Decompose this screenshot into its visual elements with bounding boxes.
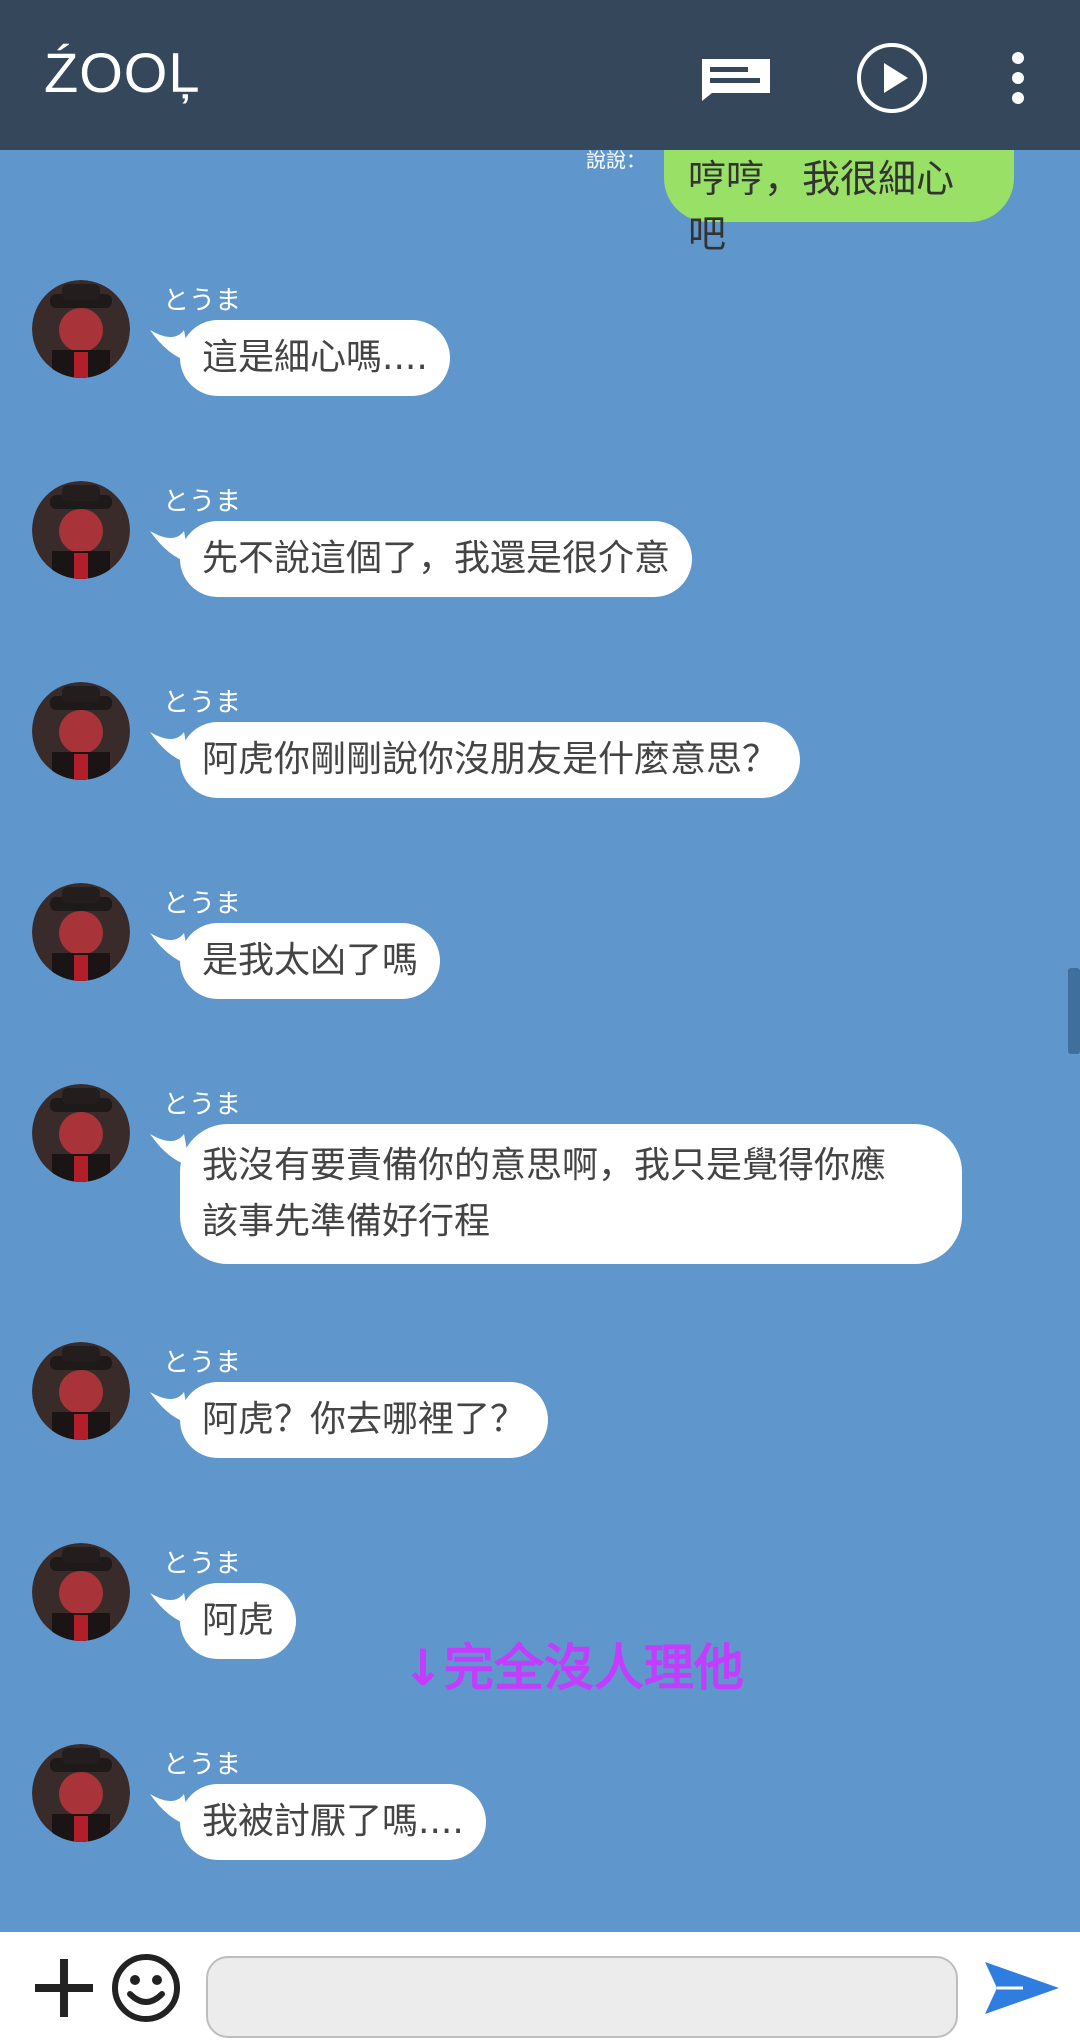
more-icon[interactable] [978, 38, 1058, 118]
message-bubble[interactable]: 我沒有要責備你的意思啊，我只是覺得你應該事先準備好行程 [180, 1124, 962, 1264]
message-bubble[interactable]: 阿虎？你去哪裡了？ [180, 1382, 549, 1458]
message-bubble[interactable]: 先不說這個了，我還是很介意 [180, 521, 693, 597]
avatar[interactable] [32, 883, 130, 981]
my-message-bubble: 哼哼，我很細心吧 [664, 150, 1014, 256]
message-bubble[interactable]: 這是細心嗎.... [180, 320, 450, 396]
message-bubble[interactable]: 阿虎你剛剛說你沒朋友是什麼意思？ [180, 722, 801, 798]
avatar[interactable] [32, 1543, 130, 1641]
composer-bar [0, 1932, 1080, 2042]
annotation-text: ↓完全沒人理他 [402, 1639, 744, 1697]
avatar[interactable] [32, 682, 130, 780]
sender-name: とうま [163, 1750, 242, 1780]
message-bubble[interactable]: 是我太凶了嗎 [180, 923, 441, 999]
sender-name: とうま [163, 1090, 242, 1120]
message-icon[interactable] [696, 38, 776, 118]
message-bubble[interactable]: 阿虎 [180, 1583, 297, 1659]
avatar[interactable] [32, 481, 130, 579]
avatar[interactable] [32, 280, 130, 378]
send-icon[interactable] [978, 1950, 1066, 2026]
avatar[interactable] [32, 1342, 130, 1440]
scrollbar-thumb[interactable] [1068, 968, 1080, 1054]
sender-name: とうま [163, 487, 242, 517]
message-input[interactable] [206, 1956, 958, 2038]
my-message-text: 哼哼，我很細心吧 [688, 157, 955, 256]
app-header: ŹOOĻ [0, 0, 1080, 150]
chat-area[interactable]: 說說： 哼哼，我很細心吧 とうま 這是細心嗎.... とうま 先不說這個了，我還… [0, 150, 1080, 1932]
message-bubble[interactable]: 我被討厭了嗎.... [180, 1784, 486, 1860]
play-icon[interactable] [852, 38, 932, 118]
sender-name: とうま [163, 1348, 242, 1378]
avatar[interactable] [32, 1084, 130, 1182]
chat-title: ŹOOĻ [44, 41, 201, 104]
sender-name: とうま [163, 688, 242, 718]
sender-name: とうま [163, 889, 242, 919]
sender-name: とうま [163, 1549, 242, 1579]
plus-icon[interactable] [26, 1950, 102, 2026]
avatar[interactable] [32, 1744, 130, 1842]
read-receipt: 說說： [586, 150, 646, 172]
sender-name: とうま [163, 286, 242, 316]
emoji-icon[interactable] [108, 1950, 184, 2026]
